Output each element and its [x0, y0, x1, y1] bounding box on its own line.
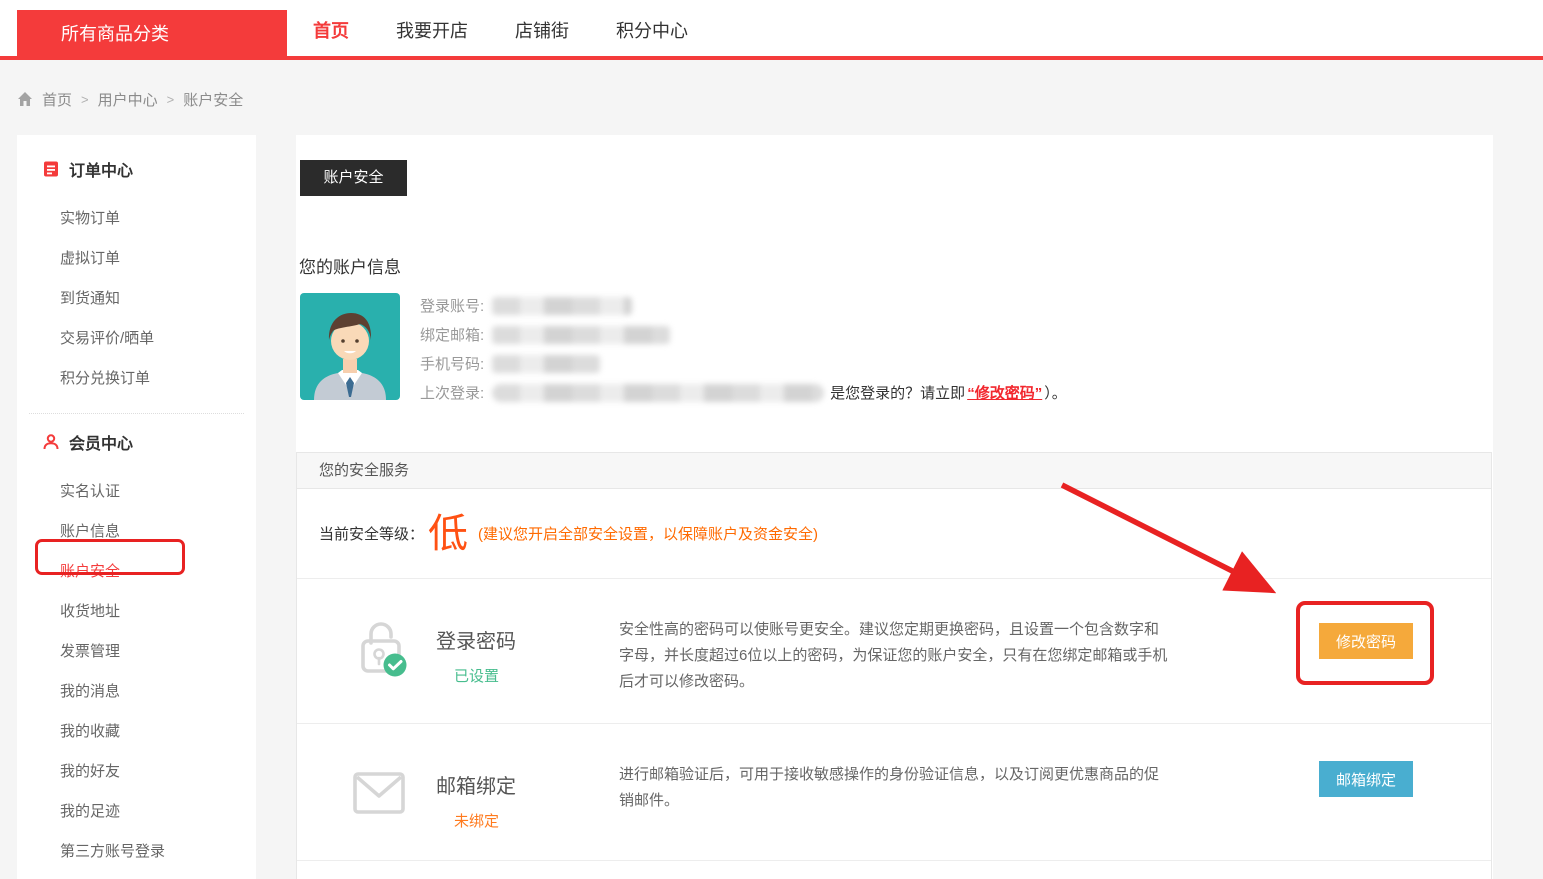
- nav-item-home[interactable]: 首页: [313, 17, 349, 43]
- field-bound-email: 绑定邮箱:: [420, 320, 1067, 349]
- nav-item-points-center[interactable]: 积分中心: [616, 17, 688, 43]
- security-services-panel: 您的安全服务 当前安全等级： 低 (建议您开启全部安全设置，以保障账户及资金安全…: [296, 452, 1492, 879]
- account-info-title: 您的账户信息: [299, 253, 401, 278]
- sidebar-item-real-name[interactable]: 实名认证: [17, 472, 256, 512]
- security-level-hint: (建议您开启全部安全设置，以保障账户及资金安全): [478, 523, 818, 544]
- masked-value: [492, 326, 670, 344]
- sidebar-item-messages[interactable]: 我的消息: [17, 672, 256, 712]
- account-info-fields: 登录账号: 绑定邮箱: 手机号码: 上次登录: 是您登录的？请立即 “修改密码”…: [420, 291, 1067, 407]
- login-hint-text: 是您登录的？请立即: [830, 382, 965, 403]
- field-last-login: 上次登录: 是您登录的？请立即 “修改密码” ）。: [420, 378, 1067, 407]
- sidebar-item-account-security[interactable]: 账户安全: [17, 552, 256, 592]
- security-level-value: 低: [428, 514, 468, 554]
- security-level-label: 当前安全等级：: [319, 523, 424, 544]
- sidebar-item-settings[interactable]: 我的设置: [17, 872, 256, 879]
- breadcrumb-user-center[interactable]: 用户中心: [98, 89, 158, 110]
- lock-icon: [353, 617, 411, 684]
- breadcrumb-separator: >: [81, 92, 89, 107]
- sidebar-item-arrival-notice[interactable]: 到货通知: [17, 279, 256, 319]
- bind-email-button[interactable]: 邮箱绑定: [1319, 761, 1413, 797]
- breadcrumb-home[interactable]: 首页: [42, 89, 72, 110]
- sidebar-item-reviews[interactable]: 交易评价/晒单: [17, 319, 256, 359]
- service-title: 邮箱绑定: [436, 770, 516, 799]
- nav-item-shop-street[interactable]: 店铺街: [515, 17, 569, 43]
- sidebar-item-footprints[interactable]: 我的足迹: [17, 792, 256, 832]
- top-header: 所有商品分类 首页 我要开店 店铺街 积分中心: [0, 0, 1543, 60]
- service-row-email-binding: 邮箱绑定 未绑定 进行邮箱验证后，可用于接收敏感操作的身份验证信息，以及订阅更优…: [297, 724, 1491, 861]
- sidebar-item-invoice[interactable]: 发票管理: [17, 632, 256, 672]
- login-hint-suffix: ）。: [1044, 382, 1067, 403]
- member-icon: [42, 433, 60, 451]
- sidebar-divider: [29, 413, 244, 414]
- status-badge: 未绑定: [454, 810, 499, 831]
- sidebar-item-third-party-login[interactable]: 第三方账号登录: [17, 832, 256, 872]
- service-description: 安全性高的密码可以使账号更安全。建议您定期更换密码，且设置一个包含数字和 字母，…: [619, 617, 1167, 695]
- home-icon: [17, 91, 33, 107]
- field-label: 绑定邮箱:: [420, 324, 484, 345]
- top-navigation: 首页 我要开店 店铺街 积分中心: [313, 0, 688, 60]
- sidebar-item-shipping-address[interactable]: 收货地址: [17, 592, 256, 632]
- sidebar-order-list: 实物订单 虚拟订单 到货通知 交易评价/晒单 积分兑换订单: [17, 199, 256, 399]
- breadcrumb-separator: >: [167, 92, 175, 107]
- sidebar-section-title: 订单中心: [69, 157, 133, 181]
- all-categories-button[interactable]: 所有商品分类: [17, 10, 287, 58]
- sidebar-item-favorites[interactable]: 我的收藏: [17, 712, 256, 752]
- breadcrumb-account-security: 账户安全: [183, 89, 243, 110]
- field-label: 上次登录:: [420, 382, 484, 403]
- sidebar-item-points-orders[interactable]: 积分兑换订单: [17, 359, 256, 399]
- sidebar-section-order-center: 订单中心: [17, 157, 256, 181]
- field-label: 手机号码:: [420, 353, 484, 374]
- main-content: 账户安全 您的账户信息 登录账号: 绑定邮箱: 手机号码:: [296, 135, 1493, 879]
- breadcrumb: 首页 > 用户中心 > 账户安全: [17, 64, 243, 134]
- sidebar-item-virtual-orders[interactable]: 虚拟订单: [17, 239, 256, 279]
- security-level-row: 当前安全等级： 低 (建议您开启全部安全设置，以保障账户及资金安全): [297, 489, 1491, 579]
- masked-value: [492, 297, 632, 315]
- field-phone: 手机号码:: [420, 349, 1067, 378]
- status-badge: 已设置: [454, 665, 499, 686]
- nav-item-open-shop[interactable]: 我要开店: [396, 17, 468, 43]
- sidebar-item-account-info[interactable]: 账户信息: [17, 512, 256, 552]
- page-title: 账户安全: [300, 160, 407, 196]
- order-icon: [42, 160, 60, 178]
- masked-value: [492, 384, 824, 402]
- sidebar-section-member-center: 会员中心: [17, 430, 256, 454]
- service-title: 登录密码: [436, 625, 516, 654]
- change-password-button[interactable]: 修改密码: [1319, 623, 1413, 659]
- sidebar-item-physical-orders[interactable]: 实物订单: [17, 199, 256, 239]
- field-label: 登录账号:: [420, 295, 484, 316]
- sidebar-section-title: 会员中心: [69, 430, 133, 454]
- sidebar-member-list: 实名认证 账户信息 账户安全 收货地址 发票管理 我的消息 我的收藏 我的好友 …: [17, 472, 256, 879]
- avatar: [300, 293, 400, 400]
- service-description: 进行邮箱验证后，可用于接收敏感操作的身份验证信息，以及订阅更优惠商品的促 销邮件…: [619, 762, 1159, 814]
- field-login-account: 登录账号:: [420, 291, 1067, 320]
- sidebar: 订单中心 实物订单 虚拟订单 到货通知 交易评价/晒单 积分兑换订单 会员中心 …: [17, 135, 256, 879]
- mail-icon: [353, 772, 405, 819]
- sidebar-item-friends[interactable]: 我的好友: [17, 752, 256, 792]
- change-password-link[interactable]: “修改密码”: [967, 382, 1042, 403]
- security-panel-header: 您的安全服务: [297, 453, 1491, 489]
- masked-value: [492, 355, 600, 373]
- service-row-login-password: 登录密码 已设置 安全性高的密码可以使账号更安全。建议您定期更换密码，且设置一个…: [297, 579, 1491, 724]
